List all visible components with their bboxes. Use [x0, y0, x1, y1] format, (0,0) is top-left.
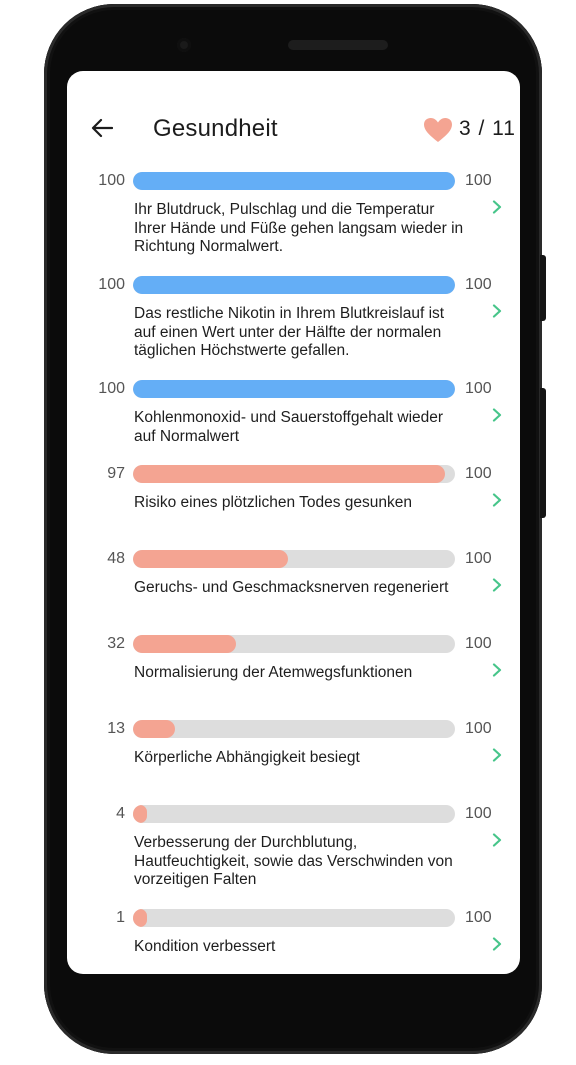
milestone-item[interactable]: 100 100 Ihr Blutdruck, Pulschlag und die T…: [67, 167, 520, 271]
app-screen: Gesundheit 3 / 11 100 100 Ihr Blutdruck, P…: [67, 71, 520, 974]
chevron-right-icon[interactable]: [490, 304, 504, 318]
milestone-value: 1: [116, 909, 125, 926]
milestone-value: 100: [98, 276, 125, 293]
milestone-description: Kohlenmonoxid- und Sauerstoffgehalt wied…: [134, 409, 444, 445]
milestone-max: 100: [465, 276, 492, 293]
chevron-right-icon[interactable]: [490, 578, 504, 592]
chevron-right-icon[interactable]: [490, 200, 504, 214]
milestone-max: 100: [465, 550, 492, 567]
milestone-max: 100: [465, 380, 492, 397]
app-header: Gesundheit 3 / 11: [67, 71, 520, 181]
milestone-description: Das restliche Nikotin in Ihrem Blutkreis…: [134, 305, 445, 359]
progress-bar: [133, 380, 455, 398]
progress-bar: [133, 550, 455, 568]
chevron-right-icon[interactable]: [490, 833, 504, 847]
progress-fill: [133, 172, 455, 190]
milestone-description: Normalisierung der Atemwegsfunktionen: [134, 664, 413, 681]
progress-fill: [133, 635, 237, 653]
milestone-item[interactable]: 97 100 Risiko eines plötzlichen Todes gesu…: [67, 460, 520, 545]
milestone-max: 100: [465, 805, 492, 822]
milestone-item[interactable]: 1 100 Kondition verbessert: [67, 904, 520, 964]
progress-fill: [133, 909, 148, 927]
chevron-right-icon[interactable]: [490, 663, 504, 677]
chevron-right-icon[interactable]: [490, 408, 504, 422]
milestone-description: Ihr Blutdruck, Pulschlag und die Tempera…: [134, 201, 464, 255]
chevron-right-icon[interactable]: [490, 493, 504, 507]
milestone-max: 100: [465, 720, 492, 737]
chevron-right-icon[interactable]: [490, 937, 504, 951]
progress-fill: [133, 380, 455, 398]
progress-bar: [133, 805, 455, 823]
heart-icon: [424, 118, 452, 142]
progress-fill: [133, 465, 446, 483]
milestone-description: Geruchs- und Geschmacksnerven regenerier…: [134, 579, 449, 596]
progress-fill: [133, 805, 148, 823]
front-camera: [177, 38, 191, 52]
milestone-value: 100: [98, 172, 125, 189]
progress-bar: [133, 635, 455, 653]
milestone-item[interactable]: 48 100 Geruchs- und Geschmacksnerven regen…: [67, 545, 520, 630]
milestone-value: 97: [107, 465, 125, 482]
milestone-description: Risiko eines plötzlichen Todes gesunken: [134, 494, 413, 511]
milestone-item[interactable]: 100 100 Kohlenmonoxid- und Sauerstoffgehal…: [67, 375, 520, 460]
milestone-value: 13: [107, 720, 125, 737]
progress-bar: [133, 276, 455, 294]
milestone-item[interactable]: 13 100 Körperliche Abhängigkeit besiegt: [67, 715, 520, 800]
milestone-item[interactable]: 4 100 Verbesserung der Durchblutung, Hautf…: [67, 800, 520, 904]
volume-button: [540, 388, 546, 518]
progress-fill: [133, 550, 288, 568]
page-title: Gesundheit: [153, 115, 278, 142]
milestone-value: 100: [98, 380, 125, 397]
progress-bar: [133, 909, 455, 927]
milestone-description: Körperliche Abhängigkeit besiegt: [134, 749, 360, 766]
milestone-item[interactable]: 32 100 Normalisierung der Atemwegsfunktion…: [67, 630, 520, 715]
earpiece-speaker: [288, 40, 388, 50]
achievement-counter: 3 / 11: [459, 117, 516, 140]
progress-bar: [133, 172, 455, 190]
chevron-right-icon[interactable]: [490, 748, 504, 762]
milestone-value: 4: [116, 805, 125, 822]
milestone-max: 100: [465, 172, 492, 189]
milestone-description: Kondition verbessert: [134, 938, 276, 955]
arrow-left-icon: [91, 118, 113, 138]
milestone-item[interactable]: 100 100 Das restliche Nikotin in Ihrem Blu…: [67, 271, 520, 375]
progress-fill: [133, 720, 175, 738]
health-milestone-list: 100 100 Ihr Blutdruck, Pulschlag und die T…: [67, 167, 520, 964]
progress-bar: [133, 465, 455, 483]
milestone-description: Verbesserung der Durchblutung, Hautfeuch…: [134, 834, 453, 888]
milestone-value: 32: [107, 635, 125, 652]
progress-bar: [133, 720, 455, 738]
progress-fill: [133, 276, 455, 294]
power-button: [540, 255, 546, 321]
milestone-max: 100: [465, 909, 492, 926]
milestone-value: 48: [107, 550, 125, 567]
milestone-max: 100: [465, 635, 492, 652]
back-button[interactable]: [89, 115, 115, 141]
milestone-max: 100: [465, 465, 492, 482]
